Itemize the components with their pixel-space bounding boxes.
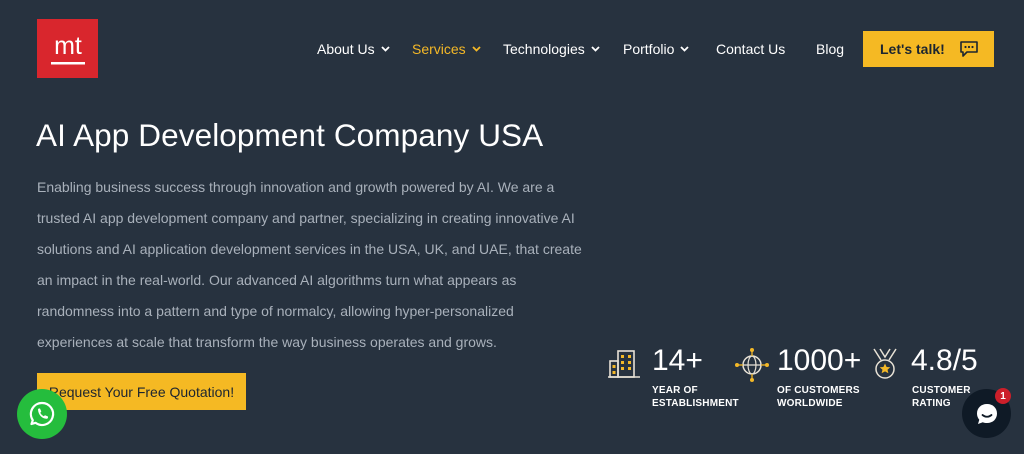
nav-item-label: Contact Us — [716, 41, 786, 57]
globe-network-icon — [735, 348, 769, 382]
nav-item-services[interactable]: Services — [412, 38, 481, 60]
stat-label-customers: OF CUSTOMERS WORLDWIDE — [777, 385, 860, 409]
mt-logo-mark: mt — [50, 32, 85, 64]
nav-item-label: Technologies — [503, 41, 585, 57]
lets-talk-button[interactable]: Let's talk! — [863, 31, 994, 67]
nav-item-label: Blog — [816, 41, 845, 57]
whatsapp-button[interactable] — [17, 389, 67, 439]
chevron-down-icon — [472, 46, 481, 52]
nav-item-contact-us[interactable]: Contact Us — [716, 38, 785, 60]
chat-notification-badge: 1 — [995, 388, 1011, 404]
lets-talk-label: Let's talk! — [880, 41, 945, 57]
chevron-down-icon — [591, 46, 600, 52]
request-quotation-button[interactable]: Request Your Free Quotation! — [37, 373, 246, 410]
chevron-down-icon — [680, 46, 689, 52]
nav-item-label: About Us — [317, 41, 375, 57]
stat-label-rating: CUSTOMER RATING — [912, 385, 971, 409]
chevron-down-icon — [380, 46, 390, 52]
stat-label-years: YEAR OF ESTABLISHMENT — [652, 385, 739, 409]
building-icon — [608, 350, 640, 378]
whatsapp-icon — [29, 401, 55, 427]
medal-icon — [873, 348, 897, 379]
svg-text:mt: mt — [54, 32, 82, 60]
nav-item-about-us[interactable]: About Us — [317, 38, 390, 60]
chat-bubble-icon — [960, 41, 978, 57]
nav-item-technologies[interactable]: Technologies — [503, 38, 600, 60]
chat-icon — [976, 403, 997, 424]
stat-value-years: 14+ — [652, 344, 703, 377]
nav-item-label: Services — [412, 41, 466, 57]
nav-item-blog[interactable]: Blog — [816, 38, 844, 60]
stat-value-customers: 1000+ — [777, 344, 862, 377]
brand-logo[interactable]: mt — [37, 19, 98, 78]
nav-item-portfolio[interactable]: Portfolio — [623, 38, 689, 60]
request-quotation-label: Request Your Free Quotation! — [48, 383, 235, 400]
page-title: AI App Development Company USA — [36, 117, 544, 153]
stat-value-rating: 4.8/5 — [911, 344, 978, 377]
nav-item-label: Portfolio — [623, 41, 675, 57]
hero-description: Enabling business success through innova… — [37, 179, 582, 350]
